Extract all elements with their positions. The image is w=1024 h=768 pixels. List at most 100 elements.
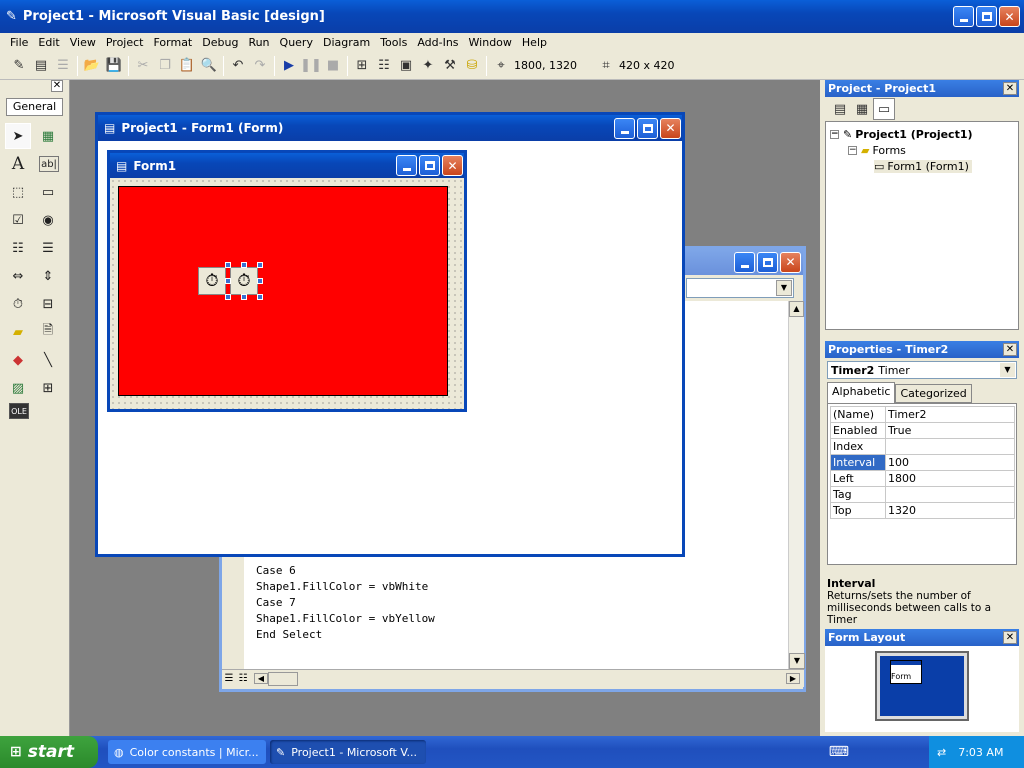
property-value[interactable]: True (885, 422, 1015, 439)
taskbar-task-active[interactable]: ✎ Project1 - Microsoft V... (270, 740, 426, 764)
find-icon[interactable]: 🔍 (198, 55, 220, 77)
textbox-icon[interactable]: ab| (39, 156, 59, 172)
toggle-folders-icon[interactable]: ▭ (873, 98, 895, 120)
hscroll-thumb[interactable] (268, 671, 298, 686)
timer1-icon[interactable]: ⏱ (198, 267, 226, 295)
break-icon[interactable]: ❚❚ (300, 55, 322, 77)
menu-format[interactable]: Format (148, 36, 197, 49)
menu-tools[interactable]: Tools (375, 36, 412, 49)
shape1[interactable] (118, 186, 448, 396)
collapse-icon[interactable]: − (830, 130, 839, 139)
data-icon[interactable]: ⊞ (35, 375, 61, 401)
close-button[interactable]: ✕ (999, 6, 1020, 27)
scroll-up-icon[interactable]: ▲ (789, 301, 804, 317)
property-row[interactable]: Enabled True (830, 422, 1015, 439)
timer-icon[interactable]: ⏱ (5, 291, 31, 317)
collapse-icon[interactable]: − (848, 146, 857, 155)
property-name[interactable]: Left (830, 470, 886, 487)
menu-view[interactable]: View (65, 36, 101, 49)
maximize-button[interactable] (976, 6, 997, 27)
property-name[interactable]: Index (830, 438, 886, 455)
start-button[interactable]: ⊞ start (0, 736, 98, 768)
combobox-icon[interactable]: ☷ (5, 235, 31, 261)
form1-close-button[interactable]: ✕ (442, 155, 463, 176)
tab-alphabetic[interactable]: Alphabetic (827, 382, 896, 403)
save-icon[interactable]: 💾 (103, 55, 125, 77)
menu-edit[interactable]: Edit (33, 36, 64, 49)
image-icon[interactable]: ▨ (5, 375, 31, 401)
menu-window[interactable]: Window (464, 36, 517, 49)
form1[interactable]: ▤ Form1 ✕ ⏱ ⏱ (107, 150, 467, 412)
shape-icon[interactable]: ◆ (5, 347, 31, 373)
property-name[interactable]: Tag (830, 486, 886, 503)
property-value[interactable] (885, 438, 1015, 455)
menu-debug[interactable]: Debug (197, 36, 243, 49)
menu-project[interactable]: Project (101, 36, 149, 49)
property-value[interactable]: 100 (885, 454, 1015, 471)
redo-icon[interactable]: ↷ (249, 55, 271, 77)
form-preview[interactable]: Form (890, 660, 922, 684)
minimize-button[interactable] (953, 6, 974, 27)
commandbutton-icon[interactable]: ▭ (35, 179, 61, 205)
scroll-left-icon[interactable]: ◀ (254, 673, 268, 684)
end-icon[interactable]: ■ (322, 55, 344, 77)
label-icon[interactable]: A (5, 151, 31, 177)
listbox-icon[interactable]: ☰ (35, 235, 61, 261)
designer-minimize-button[interactable] (614, 117, 635, 139)
pointer-icon[interactable]: ➤ (5, 123, 31, 149)
paste-icon[interactable]: 📋 (176, 55, 198, 77)
property-name[interactable]: (Name) (830, 406, 886, 423)
property-value[interactable]: Timer2 (885, 406, 1015, 423)
selection-handle[interactable] (257, 262, 263, 268)
form1-minimize-button[interactable] (396, 155, 417, 176)
property-name[interactable]: Enabled (830, 422, 886, 439)
menu-help[interactable]: Help (517, 36, 552, 49)
selection-handle[interactable] (257, 278, 263, 284)
scroll-down-icon[interactable]: ▼ (789, 653, 805, 669)
property-row[interactable]: Interval 100 (830, 454, 1015, 471)
property-row[interactable]: Left 1800 (830, 470, 1015, 487)
form1-maximize-button[interactable] (419, 155, 440, 176)
property-value[interactable]: 1320 (885, 502, 1015, 519)
object-selector[interactable]: Timer2 Timer ▼ (827, 361, 1017, 379)
property-row[interactable]: Index (830, 438, 1015, 455)
toolbox-icon[interactable]: ⚒ (439, 55, 461, 77)
scroll-right-icon[interactable]: ▶ (786, 673, 800, 684)
code-maximize-button[interactable] (757, 251, 778, 273)
object-browser-icon[interactable]: ✦ (417, 55, 439, 77)
timer2-icon[interactable]: ⏱ (230, 267, 258, 295)
optionbutton-icon[interactable]: ◉ (35, 207, 61, 233)
copy-icon[interactable]: ❐ (154, 55, 176, 77)
selection-handle[interactable] (241, 262, 247, 268)
property-row[interactable]: (Name) Timer2 (830, 406, 1015, 423)
vscrollbar-icon[interactable]: ⇕ (35, 263, 61, 289)
ole-icon[interactable]: OLE (9, 403, 29, 419)
selection-handle[interactable] (225, 278, 231, 284)
selection-handle[interactable] (225, 262, 231, 268)
property-row[interactable]: Tag (830, 486, 1015, 503)
procedure-dropdown[interactable]: ▼ (686, 278, 794, 298)
menu-query[interactable]: Query (275, 36, 318, 49)
code-hscrollbar[interactable]: ☰ ☷ ◀ ▶ (222, 669, 804, 687)
tab-categorized[interactable]: Categorized (895, 384, 972, 403)
view-code-icon[interactable]: ▤ (829, 98, 851, 120)
selection-handle[interactable] (225, 294, 231, 300)
toolbox-close-icon[interactable]: ✕ (51, 80, 63, 92)
undo-icon[interactable]: ↶ (227, 55, 249, 77)
data-view-icon[interactable]: ⛁ (461, 55, 483, 77)
form-layout-close-icon[interactable]: ✕ (1003, 631, 1017, 644)
open-icon[interactable]: 📂 (81, 55, 103, 77)
drivelistbox-icon[interactable]: ⊟ (35, 291, 61, 317)
dirlistbox-icon[interactable]: ▰ (5, 319, 31, 345)
full-module-view-icon[interactable]: ☷ (236, 673, 250, 684)
selection-handle[interactable] (257, 294, 263, 300)
tree-node-form1[interactable]: ▭ Form1 (Form1) (874, 160, 972, 173)
cut-icon[interactable]: ✂ (132, 55, 154, 77)
menu-run[interactable]: Run (243, 36, 274, 49)
procedure-view-icon[interactable]: ☰ (222, 673, 236, 684)
start-icon[interactable]: ▶ (278, 55, 300, 77)
properties-close-icon[interactable]: ✕ (1003, 343, 1017, 356)
add-form-icon[interactable]: ▤ (30, 55, 52, 77)
project-explorer-icon[interactable]: ⊞ (351, 55, 373, 77)
dropdown-arrow-icon[interactable]: ▼ (1000, 363, 1015, 377)
